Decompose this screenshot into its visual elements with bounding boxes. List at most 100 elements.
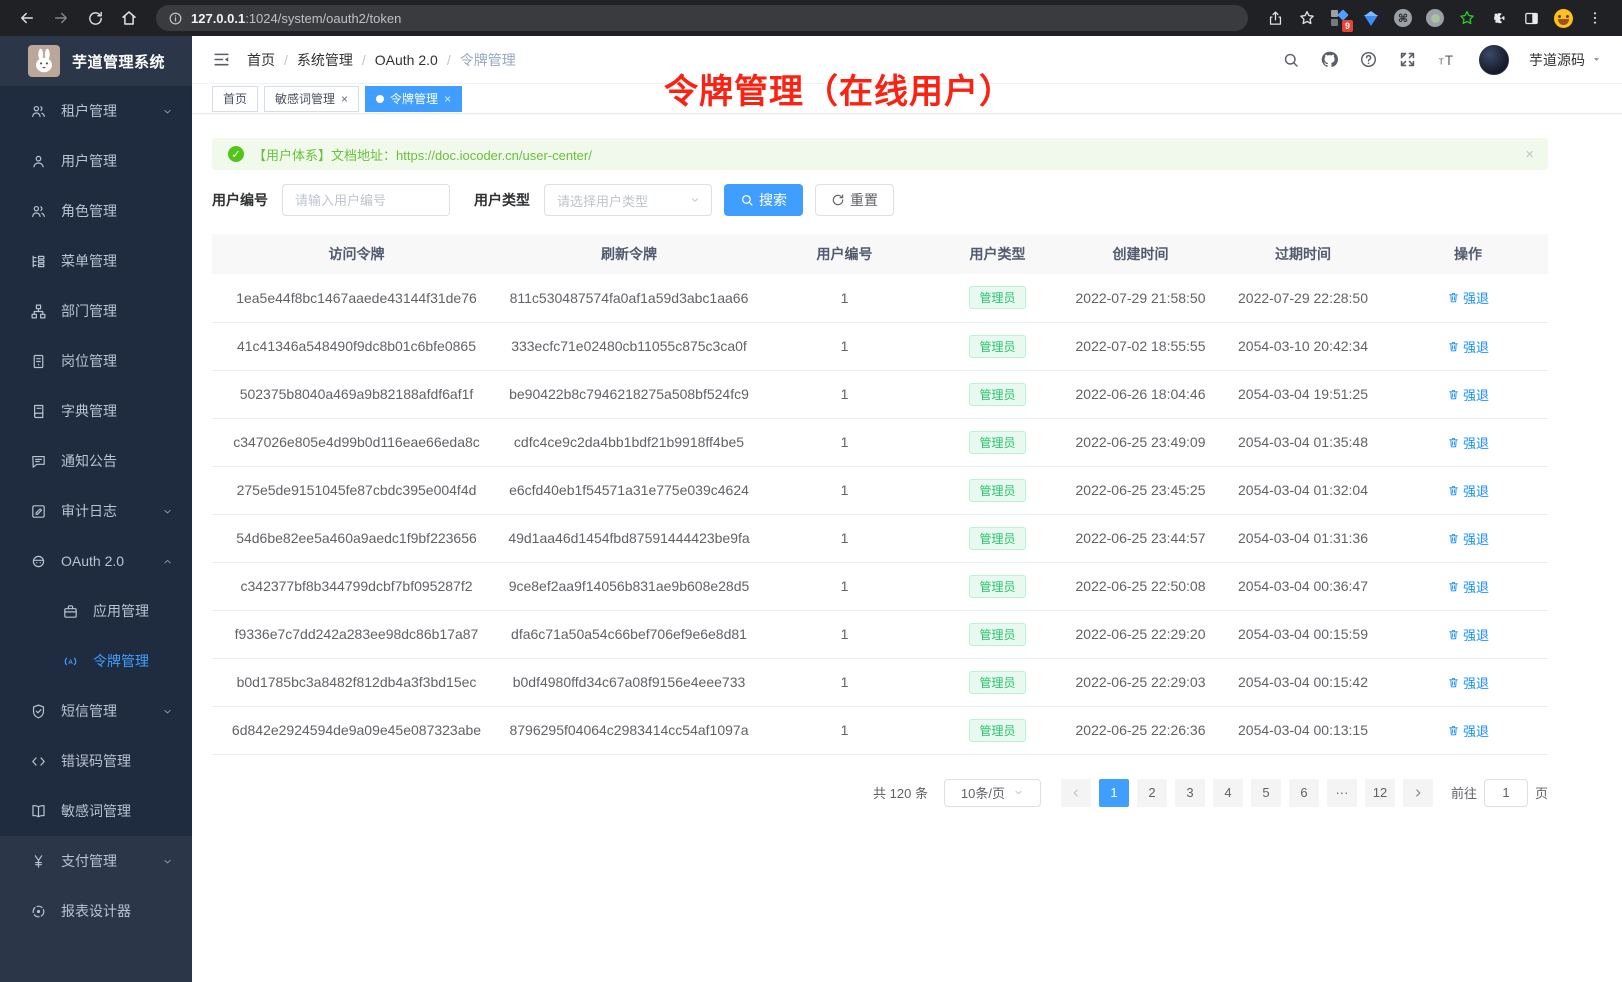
trash-icon: [1447, 340, 1460, 353]
kebab-menu-icon[interactable]: [1580, 4, 1610, 32]
column-header: 创建时间: [1063, 234, 1218, 274]
user-avatar[interactable]: [1479, 45, 1509, 75]
sidebar-item-menu[interactable]: 菜单管理: [0, 236, 192, 286]
user-type-select[interactable]: 请选择用户类型: [544, 184, 712, 216]
user-type-badge: 管理员: [969, 671, 1025, 694]
page-button-2[interactable]: 2: [1137, 779, 1167, 807]
page-content: ✓ 【用户体系】文档地址：https://doc.iocoder.cn/user…: [192, 114, 1548, 807]
force-logout-button[interactable]: 强退: [1447, 288, 1489, 307]
chevron-down-icon: [1013, 787, 1024, 798]
user-id-input[interactable]: [282, 184, 450, 216]
sidebar-item-user[interactable]: 用户管理: [0, 136, 192, 186]
fullscreen-icon[interactable]: [1398, 50, 1417, 69]
help-icon[interactable]: [1359, 50, 1378, 69]
force-logout-button[interactable]: 强退: [1447, 529, 1489, 548]
puzzle-icon[interactable]: [1484, 4, 1514, 32]
expire-time-cell: 2054-03-04 00:15:59: [1218, 610, 1388, 658]
bookmark-star-icon[interactable]: [1292, 4, 1322, 32]
reload-icon[interactable]: [80, 4, 110, 32]
sidebar-item-report[interactable]: 报表设计器: [0, 886, 192, 936]
created-time-cell: 2022-06-25 23:49:09: [1063, 418, 1218, 466]
sidebar-item-oauth-app[interactable]: 应用管理: [0, 586, 192, 636]
extension-cluster-icon[interactable]: 9: [1324, 4, 1354, 32]
created-time-cell: 2022-06-25 23:45:25: [1063, 466, 1218, 514]
search-icon[interactable]: [1282, 51, 1300, 69]
page-button-4[interactable]: 4: [1213, 779, 1243, 807]
doc-alert: ✓ 【用户体系】文档地址：https://doc.iocoder.cn/user…: [212, 138, 1548, 170]
force-logout-button[interactable]: 强退: [1447, 673, 1489, 692]
page-button-12[interactable]: 12: [1365, 779, 1395, 807]
page-button-5[interactable]: 5: [1251, 779, 1281, 807]
sidebar-item-oauth[interactable]: OAuth 2.0: [0, 536, 192, 586]
site-info-icon[interactable]: [168, 11, 183, 26]
sidebar-item-dept[interactable]: 部门管理: [0, 286, 192, 336]
force-logout-button[interactable]: 强退: [1447, 481, 1489, 500]
sidebar-item-log[interactable]: 审计日志: [0, 486, 192, 536]
breadcrumb-separator: /: [284, 52, 288, 68]
collapse-sidebar-icon[interactable]: [212, 50, 231, 69]
close-tab-icon[interactable]: ×: [341, 93, 348, 105]
page-ellipsis[interactable]: ···: [1327, 779, 1357, 807]
forward-icon[interactable]: [46, 4, 76, 32]
goto-page-input[interactable]: [1484, 779, 1528, 807]
user-type-cell: 管理员: [932, 562, 1063, 610]
emoji-avatar-icon[interactable]: [1548, 4, 1578, 32]
column-header: 过期时间: [1218, 234, 1388, 274]
sidebar-item-pay[interactable]: 支付管理: [0, 836, 192, 886]
green-star-icon[interactable]: [1452, 4, 1482, 32]
doc-link[interactable]: https://doc.iocoder.cn/user-center/: [396, 148, 592, 163]
sidebar-item-label: 岗位管理: [61, 351, 117, 371]
sidebar-item-post[interactable]: 岗位管理: [0, 336, 192, 386]
force-logout-button[interactable]: 强退: [1447, 433, 1489, 452]
record-icon[interactable]: [1420, 4, 1450, 32]
alert-close-icon[interactable]: ×: [1525, 146, 1534, 163]
next-page-button[interactable]: [1403, 779, 1433, 807]
breadcrumb-item[interactable]: 首页: [247, 50, 275, 70]
force-logout-button[interactable]: 强退: [1447, 577, 1489, 596]
pay-icon: [30, 853, 47, 870]
breadcrumb-item[interactable]: 系统管理: [297, 50, 353, 70]
reset-button[interactable]: 重置: [815, 184, 894, 216]
force-logout-button[interactable]: 强退: [1447, 337, 1489, 356]
sidebar-item-errcode[interactable]: 错误码管理: [0, 736, 192, 786]
force-logout-button[interactable]: 强退: [1447, 385, 1489, 404]
svg-text:T: T: [1445, 53, 1453, 68]
search-button-icon: [740, 193, 754, 207]
tab-2[interactable]: 令牌管理×: [365, 86, 462, 112]
page-button-3[interactable]: 3: [1175, 779, 1205, 807]
sidebar-item-sensitive[interactable]: 敏感词管理: [0, 786, 192, 836]
github-icon[interactable]: [1320, 50, 1339, 69]
force-logout-button[interactable]: 强退: [1447, 721, 1489, 740]
tab-1[interactable]: 敏感词管理×: [264, 86, 359, 112]
home-icon[interactable]: [114, 4, 144, 32]
expire-time-cell: 2054-03-04 00:13:15: [1218, 706, 1388, 754]
page-button-1[interactable]: 1: [1099, 779, 1129, 807]
chevron-down: [161, 855, 174, 868]
tab-0[interactable]: 首页: [212, 86, 258, 112]
sidebar-item-notice[interactable]: 通知公告: [0, 436, 192, 486]
side-panel-icon[interactable]: [1516, 4, 1546, 32]
sidebar-item-oauth-token[interactable]: A令牌管理: [0, 636, 192, 686]
sidebar-item-role[interactable]: 角色管理: [0, 186, 192, 236]
search-button[interactable]: 搜索: [724, 184, 803, 216]
breadcrumb-item[interactable]: OAuth 2.0: [375, 52, 438, 68]
font-size-icon[interactable]: TT: [1437, 50, 1459, 69]
page-size-select[interactable]: 10条/页: [944, 779, 1041, 807]
user-type-cell: 管理员: [932, 418, 1063, 466]
command-icon[interactable]: ⌘: [1388, 4, 1418, 32]
user-menu[interactable]: 芋道源码: [1529, 50, 1602, 70]
table-header-row: 访问令牌刷新令牌用户编号用户类型创建时间过期时间操作: [212, 234, 1548, 274]
sidebar-menu-bottom: 支付管理报表设计器: [0, 836, 192, 936]
page-button-6[interactable]: 6: [1289, 779, 1319, 807]
close-tab-icon[interactable]: ×: [444, 93, 451, 105]
url-bar[interactable]: 127.0.0.1:1024/system/oauth2/token: [156, 5, 1248, 31]
force-logout-button[interactable]: 强退: [1447, 625, 1489, 644]
sidebar-item-tenant[interactable]: 租户管理: [0, 86, 192, 136]
gem-icon[interactable]: [1356, 4, 1386, 32]
share-icon[interactable]: [1260, 4, 1290, 32]
app-logo[interactable]: 芋道管理系统: [0, 36, 192, 86]
prev-page-button[interactable]: [1061, 779, 1091, 807]
back-icon[interactable]: [12, 4, 42, 32]
sidebar-item-dict[interactable]: 字典管理: [0, 386, 192, 436]
sidebar-item-sms[interactable]: 短信管理: [0, 686, 192, 736]
